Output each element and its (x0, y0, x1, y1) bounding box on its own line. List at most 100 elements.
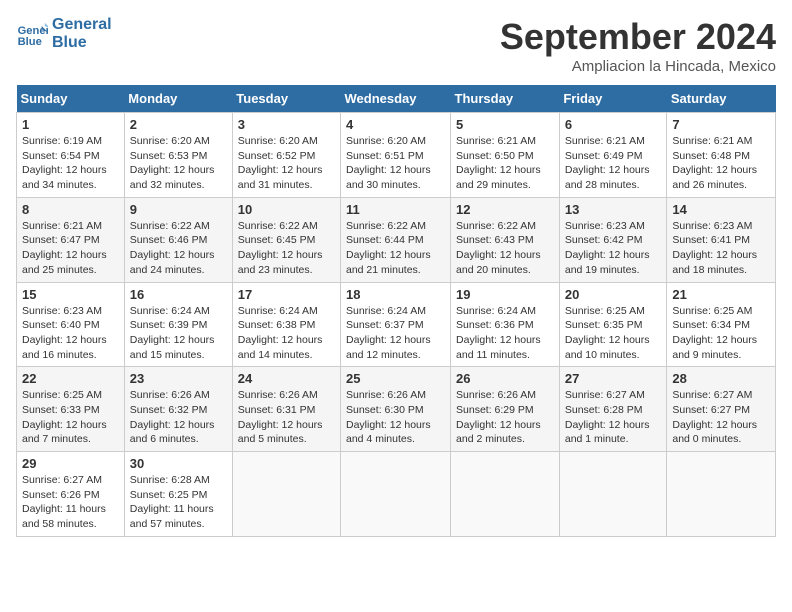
calendar-day-cell: 10 Sunrise: 6:22 AMSunset: 6:45 PMDaylig… (232, 197, 340, 282)
day-number: 11 (346, 202, 445, 217)
calendar-day-cell: 13 Sunrise: 6:23 AMSunset: 6:42 PMDaylig… (559, 197, 667, 282)
day-info: Sunrise: 6:27 AMSunset: 6:27 PMDaylight:… (672, 389, 757, 445)
day-number: 18 (346, 287, 445, 302)
day-info: Sunrise: 6:20 AMSunset: 6:52 PMDaylight:… (238, 135, 323, 191)
svg-text:Blue: Blue (18, 36, 42, 48)
calendar-day-cell: 30 Sunrise: 6:28 AMSunset: 6:25 PMDaylig… (124, 452, 232, 537)
calendar-header-cell: Monday (124, 85, 232, 113)
calendar-day-cell: 2 Sunrise: 6:20 AMSunset: 6:53 PMDayligh… (124, 113, 232, 198)
day-info: Sunrise: 6:22 AMSunset: 6:43 PMDaylight:… (456, 220, 541, 276)
calendar-day-cell: 4 Sunrise: 6:20 AMSunset: 6:51 PMDayligh… (341, 113, 451, 198)
day-info: Sunrise: 6:24 AMSunset: 6:39 PMDaylight:… (130, 305, 215, 361)
day-info: Sunrise: 6:20 AMSunset: 6:53 PMDaylight:… (130, 135, 215, 191)
day-number: 15 (22, 287, 119, 302)
day-number: 5 (456, 117, 554, 132)
day-info: Sunrise: 6:26 AMSunset: 6:32 PMDaylight:… (130, 389, 215, 445)
day-info: Sunrise: 6:23 AMSunset: 6:40 PMDaylight:… (22, 305, 107, 361)
calendar-day-cell: 8 Sunrise: 6:21 AMSunset: 6:47 PMDayligh… (17, 197, 125, 282)
month-title: September 2024 (500, 16, 776, 58)
calendar-week-row: 8 Sunrise: 6:21 AMSunset: 6:47 PMDayligh… (17, 197, 776, 282)
calendar-day-cell: 17 Sunrise: 6:24 AMSunset: 6:38 PMDaylig… (232, 282, 340, 367)
day-number: 20 (565, 287, 662, 302)
calendar-week-row: 15 Sunrise: 6:23 AMSunset: 6:40 PMDaylig… (17, 282, 776, 367)
day-info: Sunrise: 6:25 AMSunset: 6:34 PMDaylight:… (672, 305, 757, 361)
day-number: 17 (238, 287, 335, 302)
day-number: 10 (238, 202, 335, 217)
calendar-day-cell: 22 Sunrise: 6:25 AMSunset: 6:33 PMDaylig… (17, 367, 125, 452)
day-info: Sunrise: 6:27 AMSunset: 6:28 PMDaylight:… (565, 389, 650, 445)
calendar-day-cell: 11 Sunrise: 6:22 AMSunset: 6:44 PMDaylig… (341, 197, 451, 282)
calendar-day-cell: 23 Sunrise: 6:26 AMSunset: 6:32 PMDaylig… (124, 367, 232, 452)
calendar-table: SundayMondayTuesdayWednesdayThursdayFrid… (16, 85, 776, 537)
day-info: Sunrise: 6:24 AMSunset: 6:38 PMDaylight:… (238, 305, 323, 361)
calendar-day-cell: 6 Sunrise: 6:21 AMSunset: 6:49 PMDayligh… (559, 113, 667, 198)
calendar-header-cell: Wednesday (341, 85, 451, 113)
day-info: Sunrise: 6:20 AMSunset: 6:51 PMDaylight:… (346, 135, 431, 191)
day-info: Sunrise: 6:22 AMSunset: 6:44 PMDaylight:… (346, 220, 431, 276)
calendar-day-cell: 29 Sunrise: 6:27 AMSunset: 6:26 PMDaylig… (17, 452, 125, 537)
page-header: General Blue General Blue September 2024… (16, 16, 776, 75)
calendar-day-cell: 26 Sunrise: 6:26 AMSunset: 6:29 PMDaylig… (451, 367, 560, 452)
calendar-body: 1 Sunrise: 6:19 AMSunset: 6:54 PMDayligh… (17, 113, 776, 537)
calendar-day-cell: 7 Sunrise: 6:21 AMSunset: 6:48 PMDayligh… (667, 113, 776, 198)
day-info: Sunrise: 6:27 AMSunset: 6:26 PMDaylight:… (22, 474, 106, 530)
day-info: Sunrise: 6:26 AMSunset: 6:30 PMDaylight:… (346, 389, 431, 445)
calendar-header-cell: Thursday (451, 85, 560, 113)
day-info: Sunrise: 6:28 AMSunset: 6:25 PMDaylight:… (130, 474, 214, 530)
logo-text-line1: General Blue (52, 16, 112, 51)
day-number: 25 (346, 371, 445, 386)
day-info: Sunrise: 6:24 AMSunset: 6:37 PMDaylight:… (346, 305, 431, 361)
day-number: 3 (238, 117, 335, 132)
day-info: Sunrise: 6:23 AMSunset: 6:41 PMDaylight:… (672, 220, 757, 276)
calendar-day-cell: 27 Sunrise: 6:27 AMSunset: 6:28 PMDaylig… (559, 367, 667, 452)
logo-icon: General Blue (16, 18, 48, 50)
calendar-day-cell: 18 Sunrise: 6:24 AMSunset: 6:37 PMDaylig… (341, 282, 451, 367)
day-info: Sunrise: 6:21 AMSunset: 6:47 PMDaylight:… (22, 220, 107, 276)
day-info: Sunrise: 6:23 AMSunset: 6:42 PMDaylight:… (565, 220, 650, 276)
day-info: Sunrise: 6:21 AMSunset: 6:50 PMDaylight:… (456, 135, 541, 191)
calendar-day-cell: 14 Sunrise: 6:23 AMSunset: 6:41 PMDaylig… (667, 197, 776, 282)
calendar-day-cell: 28 Sunrise: 6:27 AMSunset: 6:27 PMDaylig… (667, 367, 776, 452)
title-section: September 2024 Ampliacion la Hincada, Me… (500, 16, 776, 75)
calendar-day-cell: 19 Sunrise: 6:24 AMSunset: 6:36 PMDaylig… (451, 282, 560, 367)
calendar-day-cell (667, 452, 776, 537)
calendar-day-cell (232, 452, 340, 537)
calendar-day-cell: 9 Sunrise: 6:22 AMSunset: 6:46 PMDayligh… (124, 197, 232, 282)
calendar-day-cell (451, 452, 560, 537)
logo: General Blue General Blue (16, 16, 112, 51)
day-number: 23 (130, 371, 227, 386)
day-number: 14 (672, 202, 770, 217)
day-number: 19 (456, 287, 554, 302)
calendar-day-cell: 20 Sunrise: 6:25 AMSunset: 6:35 PMDaylig… (559, 282, 667, 367)
day-info: Sunrise: 6:26 AMSunset: 6:31 PMDaylight:… (238, 389, 323, 445)
day-number: 9 (130, 202, 227, 217)
day-number: 6 (565, 117, 662, 132)
calendar-week-row: 1 Sunrise: 6:19 AMSunset: 6:54 PMDayligh… (17, 113, 776, 198)
day-number: 12 (456, 202, 554, 217)
calendar-header-row: SundayMondayTuesdayWednesdayThursdayFrid… (17, 85, 776, 113)
calendar-day-cell: 5 Sunrise: 6:21 AMSunset: 6:50 PMDayligh… (451, 113, 560, 198)
calendar-day-cell: 24 Sunrise: 6:26 AMSunset: 6:31 PMDaylig… (232, 367, 340, 452)
day-number: 27 (565, 371, 662, 386)
day-info: Sunrise: 6:26 AMSunset: 6:29 PMDaylight:… (456, 389, 541, 445)
day-info: Sunrise: 6:22 AMSunset: 6:46 PMDaylight:… (130, 220, 215, 276)
day-info: Sunrise: 6:22 AMSunset: 6:45 PMDaylight:… (238, 220, 323, 276)
day-number: 7 (672, 117, 770, 132)
day-number: 29 (22, 456, 119, 471)
calendar-day-cell (559, 452, 667, 537)
calendar-day-cell: 3 Sunrise: 6:20 AMSunset: 6:52 PMDayligh… (232, 113, 340, 198)
calendar-day-cell (341, 452, 451, 537)
day-info: Sunrise: 6:25 AMSunset: 6:33 PMDaylight:… (22, 389, 107, 445)
day-number: 2 (130, 117, 227, 132)
day-number: 22 (22, 371, 119, 386)
day-info: Sunrise: 6:24 AMSunset: 6:36 PMDaylight:… (456, 305, 541, 361)
day-number: 30 (130, 456, 227, 471)
calendar-day-cell: 12 Sunrise: 6:22 AMSunset: 6:43 PMDaylig… (451, 197, 560, 282)
calendar-day-cell: 25 Sunrise: 6:26 AMSunset: 6:30 PMDaylig… (341, 367, 451, 452)
calendar-header-cell: Tuesday (232, 85, 340, 113)
day-number: 24 (238, 371, 335, 386)
day-number: 13 (565, 202, 662, 217)
calendar-week-row: 22 Sunrise: 6:25 AMSunset: 6:33 PMDaylig… (17, 367, 776, 452)
calendar-header-cell: Friday (559, 85, 667, 113)
day-info: Sunrise: 6:21 AMSunset: 6:49 PMDaylight:… (565, 135, 650, 191)
